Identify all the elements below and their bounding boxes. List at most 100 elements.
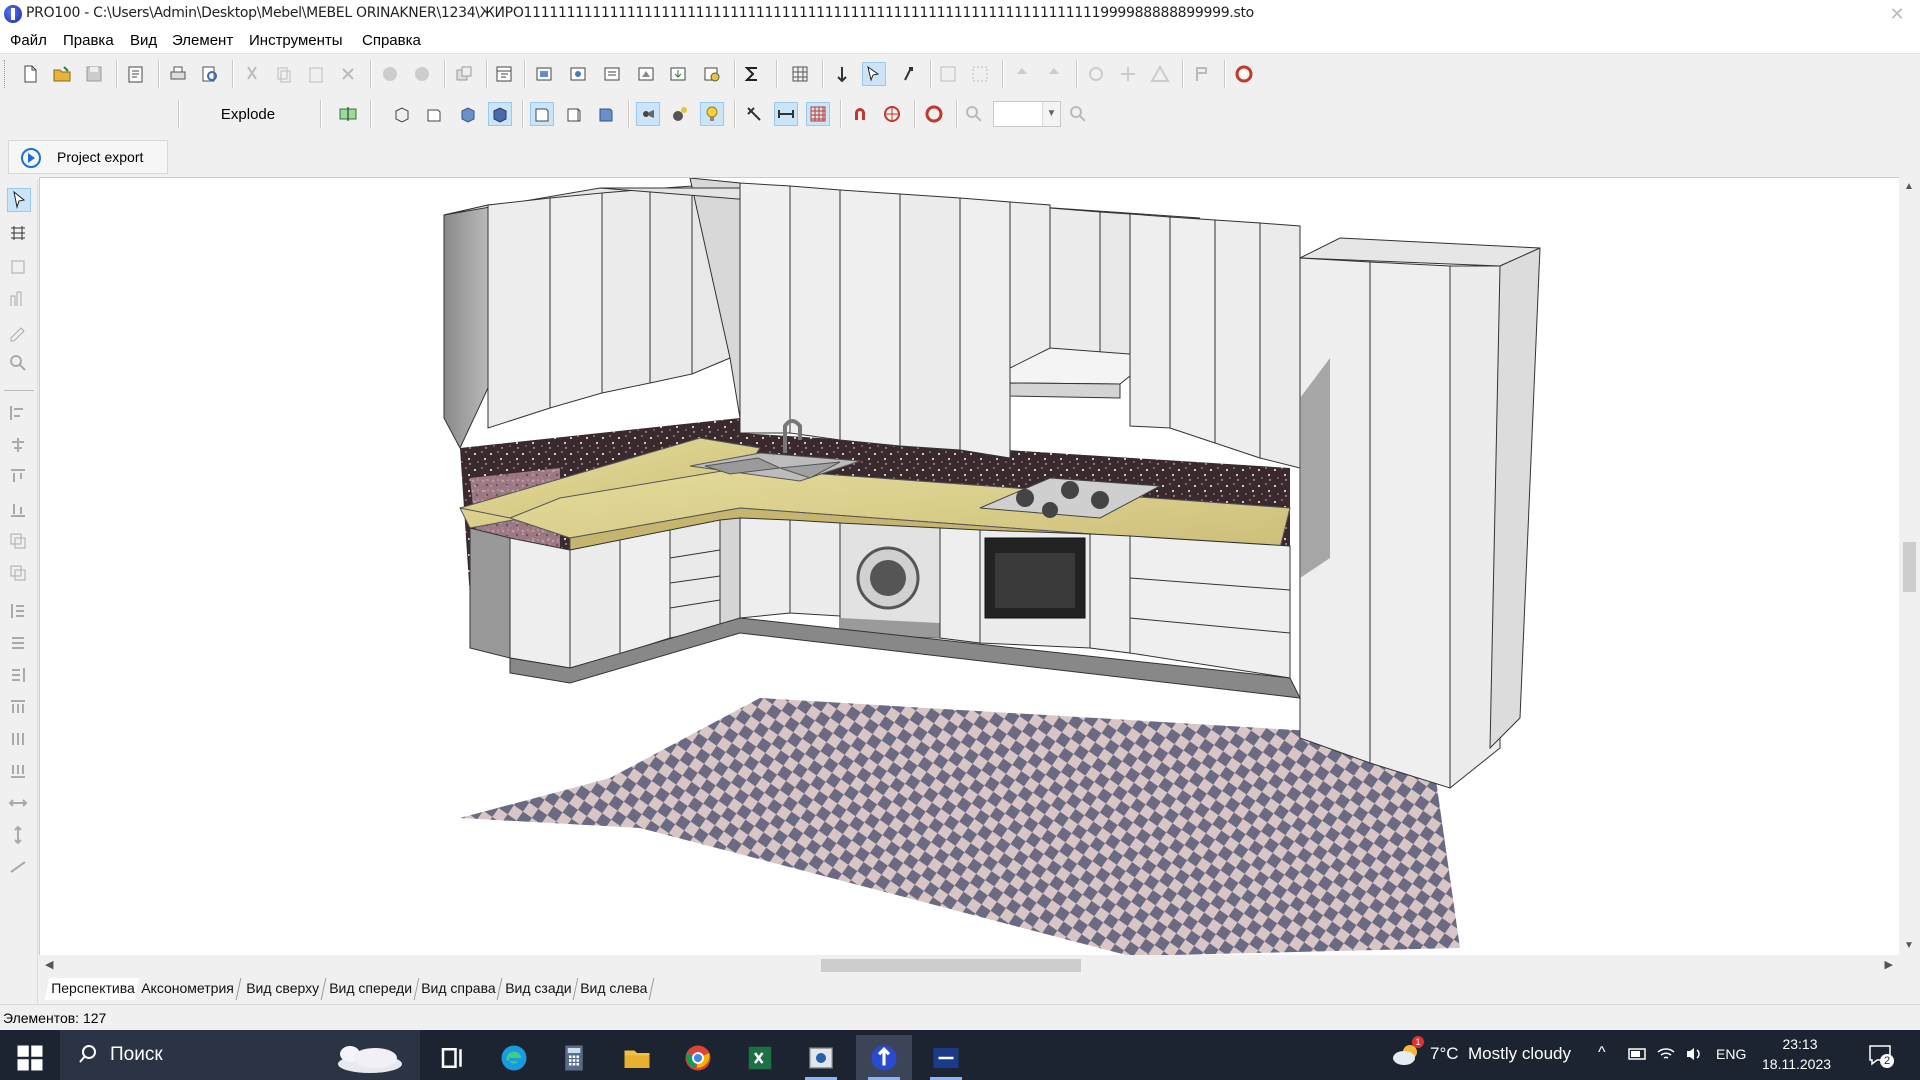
help-lifebuoy-icon[interactable]	[1232, 62, 1256, 86]
camera-icon[interactable]	[636, 102, 660, 126]
tab-right-view[interactable]: Вид справа	[414, 978, 503, 1000]
edge-browser-icon[interactable]	[486, 1035, 542, 1080]
shaded-icon[interactable]	[456, 102, 480, 126]
open-folder-icon[interactable]	[50, 62, 74, 86]
align-up-icon[interactable]	[1010, 62, 1034, 86]
export-icon[interactable]	[666, 62, 690, 86]
volume-icon[interactable]	[1684, 1044, 1704, 1064]
redo-icon[interactable]	[410, 62, 434, 86]
horizontal-scroll-thumb[interactable]	[821, 959, 1081, 972]
wifi-icon[interactable]	[1656, 1044, 1676, 1064]
tab-front-view[interactable]: Вид спереди	[322, 978, 420, 1000]
side-wall-icon[interactable]	[562, 102, 586, 126]
rotate-cw-icon[interactable]	[1084, 62, 1108, 86]
snap-target-icon[interactable]	[880, 102, 904, 126]
pro100-taskbar-icon[interactable]	[856, 1035, 912, 1080]
calendar-icon[interactable]	[492, 62, 516, 86]
toolbar-grip[interactable]	[4, 60, 7, 88]
sum-icon[interactable]	[740, 62, 764, 86]
menu-file[interactable]: Файл	[8, 32, 49, 49]
scroll-down-icon[interactable]: ▼	[1904, 940, 1914, 951]
report-icon[interactable]	[532, 62, 556, 86]
tab-top-view[interactable]: Вид сверху	[239, 978, 327, 1000]
duplicate-tool-icon[interactable]	[7, 562, 31, 586]
task-view-icon[interactable]	[425, 1035, 481, 1080]
save-icon[interactable]	[82, 62, 106, 86]
distribute-left-icon[interactable]	[7, 600, 31, 624]
chevron-up-icon[interactable]: ^	[1598, 1044, 1606, 1062]
lifebuoy-icon[interactable]	[922, 102, 946, 126]
price-icon[interactable]	[700, 62, 724, 86]
remote-app-icon[interactable]	[918, 1035, 974, 1080]
box-tool-icon[interactable]	[7, 256, 31, 280]
menu-view[interactable]: Вид	[128, 32, 159, 49]
print-preview-icon[interactable]	[198, 62, 222, 86]
weather-description[interactable]: Mostly cloudy	[1468, 1044, 1571, 1064]
file-explorer-icon[interactable]	[609, 1035, 665, 1080]
textured-icon[interactable]	[488, 102, 512, 126]
calculator-icon[interactable]	[546, 1035, 602, 1080]
distribute-middle-icon[interactable]	[7, 728, 31, 752]
scroll-left-icon[interactable]: ◀	[45, 958, 53, 971]
close-window-button[interactable]: ✕	[1874, 0, 1920, 28]
print-icon[interactable]	[166, 62, 190, 86]
vertical-scrollbar[interactable]: ▲ ▼	[1899, 177, 1920, 955]
chart-tool-icon[interactable]	[7, 288, 31, 312]
warning-icon[interactable]	[1148, 62, 1172, 86]
distribute-top-icon[interactable]	[7, 696, 31, 720]
clock-date[interactable]: 18.11.2023	[1762, 1056, 1831, 1072]
project-export-button[interactable]: Project export	[8, 140, 168, 174]
list-icon[interactable]	[600, 62, 624, 86]
move-cross-icon[interactable]	[1116, 62, 1140, 86]
cut-icon[interactable]	[240, 62, 264, 86]
3d-viewport[interactable]	[39, 177, 1899, 955]
materials-icon[interactable]	[634, 62, 658, 86]
fit-icon[interactable]	[936, 62, 960, 86]
paste-icon[interactable]	[304, 62, 328, 86]
menu-help[interactable]: Справка	[360, 32, 423, 49]
app-window-icon[interactable]	[793, 1035, 849, 1080]
light-bulb-icon[interactable]	[700, 102, 724, 126]
excel-icon[interactable]	[732, 1035, 788, 1080]
windows-start-icon[interactable]	[2, 1035, 58, 1080]
taskbar-search-box[interactable]: Поиск	[60, 1030, 420, 1080]
new-file-icon[interactable]	[18, 62, 42, 86]
clock-time[interactable]: 23:13	[1772, 1036, 1828, 1052]
flag-icon[interactable]	[1190, 62, 1214, 86]
align-center-icon[interactable]	[7, 434, 31, 458]
grid-toggle-icon[interactable]	[806, 102, 830, 126]
size-height-icon[interactable]	[7, 824, 31, 848]
pointer-tool-icon[interactable]	[7, 188, 31, 212]
scroll-right-icon[interactable]: ▶	[1885, 958, 1893, 971]
measure-tool-icon[interactable]	[742, 102, 766, 126]
distribute-right-icon[interactable]	[7, 664, 31, 688]
edit-tool-icon[interactable]	[7, 320, 31, 344]
wireframe-icon[interactable]	[390, 102, 414, 126]
solid-wall-icon[interactable]	[594, 102, 618, 126]
scroll-up-icon[interactable]: ▲	[1904, 181, 1914, 192]
align-left-icon[interactable]	[7, 402, 31, 426]
chevron-down-icon[interactable]: ▼	[1042, 102, 1060, 126]
select-icon[interactable]	[862, 62, 886, 86]
level-icon[interactable]	[336, 102, 360, 126]
menu-element[interactable]: Элемент	[170, 32, 235, 49]
properties-icon[interactable]	[124, 62, 148, 86]
align-down-icon[interactable]	[1042, 62, 1066, 86]
battery-icon[interactable]	[1628, 1046, 1648, 1062]
render-icon[interactable]	[566, 62, 590, 86]
undo-icon[interactable]	[378, 62, 402, 86]
tab-back-view[interactable]: Вид сзади	[498, 978, 579, 1000]
distribute-center-icon[interactable]	[7, 632, 31, 656]
tab-left-view[interactable]: Вид слева	[573, 978, 655, 1000]
menu-tools[interactable]: Инструменты	[247, 32, 345, 49]
hidden-lines-icon[interactable]	[422, 102, 446, 126]
lamp-icon[interactable]	[668, 102, 692, 126]
menu-edit[interactable]: Правка	[61, 32, 116, 49]
chrome-browser-icon[interactable]	[670, 1035, 726, 1080]
size-width-icon[interactable]	[7, 792, 31, 816]
align-top-icon[interactable]	[7, 466, 31, 490]
explode-button[interactable]: Explode	[183, 101, 313, 129]
grid-icon[interactable]	[788, 62, 812, 86]
front-wall-icon[interactable]	[530, 102, 554, 126]
tab-axonometry[interactable]: Аксонометрия	[134, 978, 241, 1000]
